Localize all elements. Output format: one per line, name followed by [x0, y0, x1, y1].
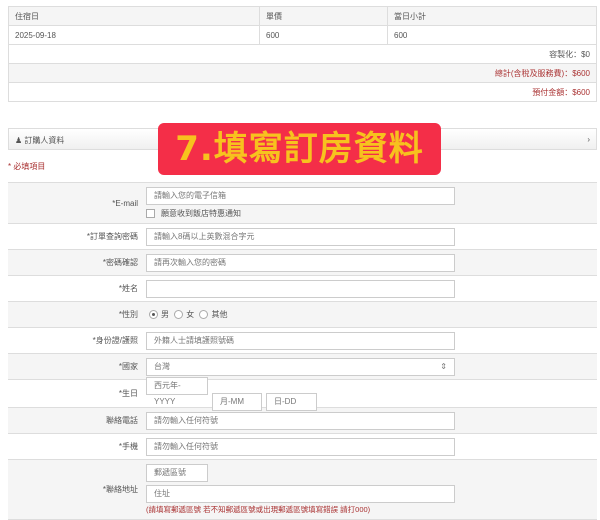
address-input[interactable]: 住址: [146, 485, 455, 503]
cell: 600: [259, 25, 388, 45]
table-header: 住宿日 單價 當日小計: [8, 6, 597, 26]
label: *身份證/護照: [92, 336, 138, 345]
price-table: 住宿日 單價 當日小計 2025-09-18 600 600 容製化：$0 總計(含稅及…: [8, 6, 597, 102]
total: 總計(含稅及服務費)：$600: [8, 63, 597, 83]
discount: 容製化：$0: [8, 44, 597, 64]
checkbox-icon[interactable]: [146, 209, 155, 218]
label: *生日: [118, 389, 138, 398]
promo-checkbox[interactable]: 願意收到飯店特惠通知: [146, 208, 597, 219]
user-icon: ♟: [15, 136, 25, 145]
country-value: 台灣: [154, 361, 170, 371]
radio-male[interactable]: [149, 310, 158, 320]
table-row: 2025-09-18 600 600: [8, 25, 597, 45]
name-input[interactable]: [146, 279, 455, 298]
cell: 2025-09-18: [8, 25, 260, 45]
radio-label: 其他: [211, 310, 228, 319]
select-arrow-icon: ⇕: [440, 361, 447, 371]
section-title: 訂購人資料: [24, 136, 65, 145]
mobile-input[interactable]: 請勿輸入任何符號: [146, 437, 455, 456]
label: *密碼確認: [102, 258, 138, 267]
email-input[interactable]: 請輸入您的電子信箱: [146, 187, 455, 205]
birth-year-input[interactable]: 西元年-YYYY: [146, 376, 208, 406]
radio-label: 男: [161, 310, 169, 319]
chevron-right-icon: ›: [587, 135, 590, 144]
label: *聯絡地址: [102, 485, 138, 494]
label: *姓名: [118, 284, 138, 293]
id-input[interactable]: 外籍人士請填護照號碼: [146, 331, 455, 350]
label: *訂單查詢密碼: [86, 232, 138, 241]
cell: 600: [387, 25, 597, 45]
checkbox-label: 願意收到飯店特惠通知: [161, 209, 241, 218]
zip-input[interactable]: 郵遞區號: [146, 464, 208, 482]
phone-input[interactable]: 請勿輸入任何符號: [146, 411, 455, 430]
label: 聯絡電話: [106, 416, 138, 425]
label: *E-mail: [112, 198, 138, 208]
radio-female[interactable]: [174, 310, 184, 320]
label: *手機: [118, 442, 138, 451]
label: *性別: [118, 310, 138, 319]
label: *國家: [118, 362, 138, 371]
col-subtotal: 當日小計: [387, 6, 597, 26]
col-date: 住宿日: [8, 6, 260, 26]
buyer-form: *E-mail 請輸入您的電子信箱 願意收到飯店特惠通知 *訂單查詢密碼 請輸入8…: [8, 182, 597, 520]
radio-other[interactable]: [199, 310, 209, 320]
prepay: 預付金額：$600: [8, 82, 597, 102]
query-password-input[interactable]: 請輸入8碼以上英數混合字元: [146, 227, 455, 246]
required-note: * 必填項目: [8, 162, 46, 171]
banner: 7.填寫訂房資料: [158, 123, 441, 175]
confirm-password-input[interactable]: 請再次輸入您的密碼: [146, 253, 455, 272]
radio-label: 女: [186, 310, 195, 319]
col-price: 單價: [259, 6, 388, 26]
